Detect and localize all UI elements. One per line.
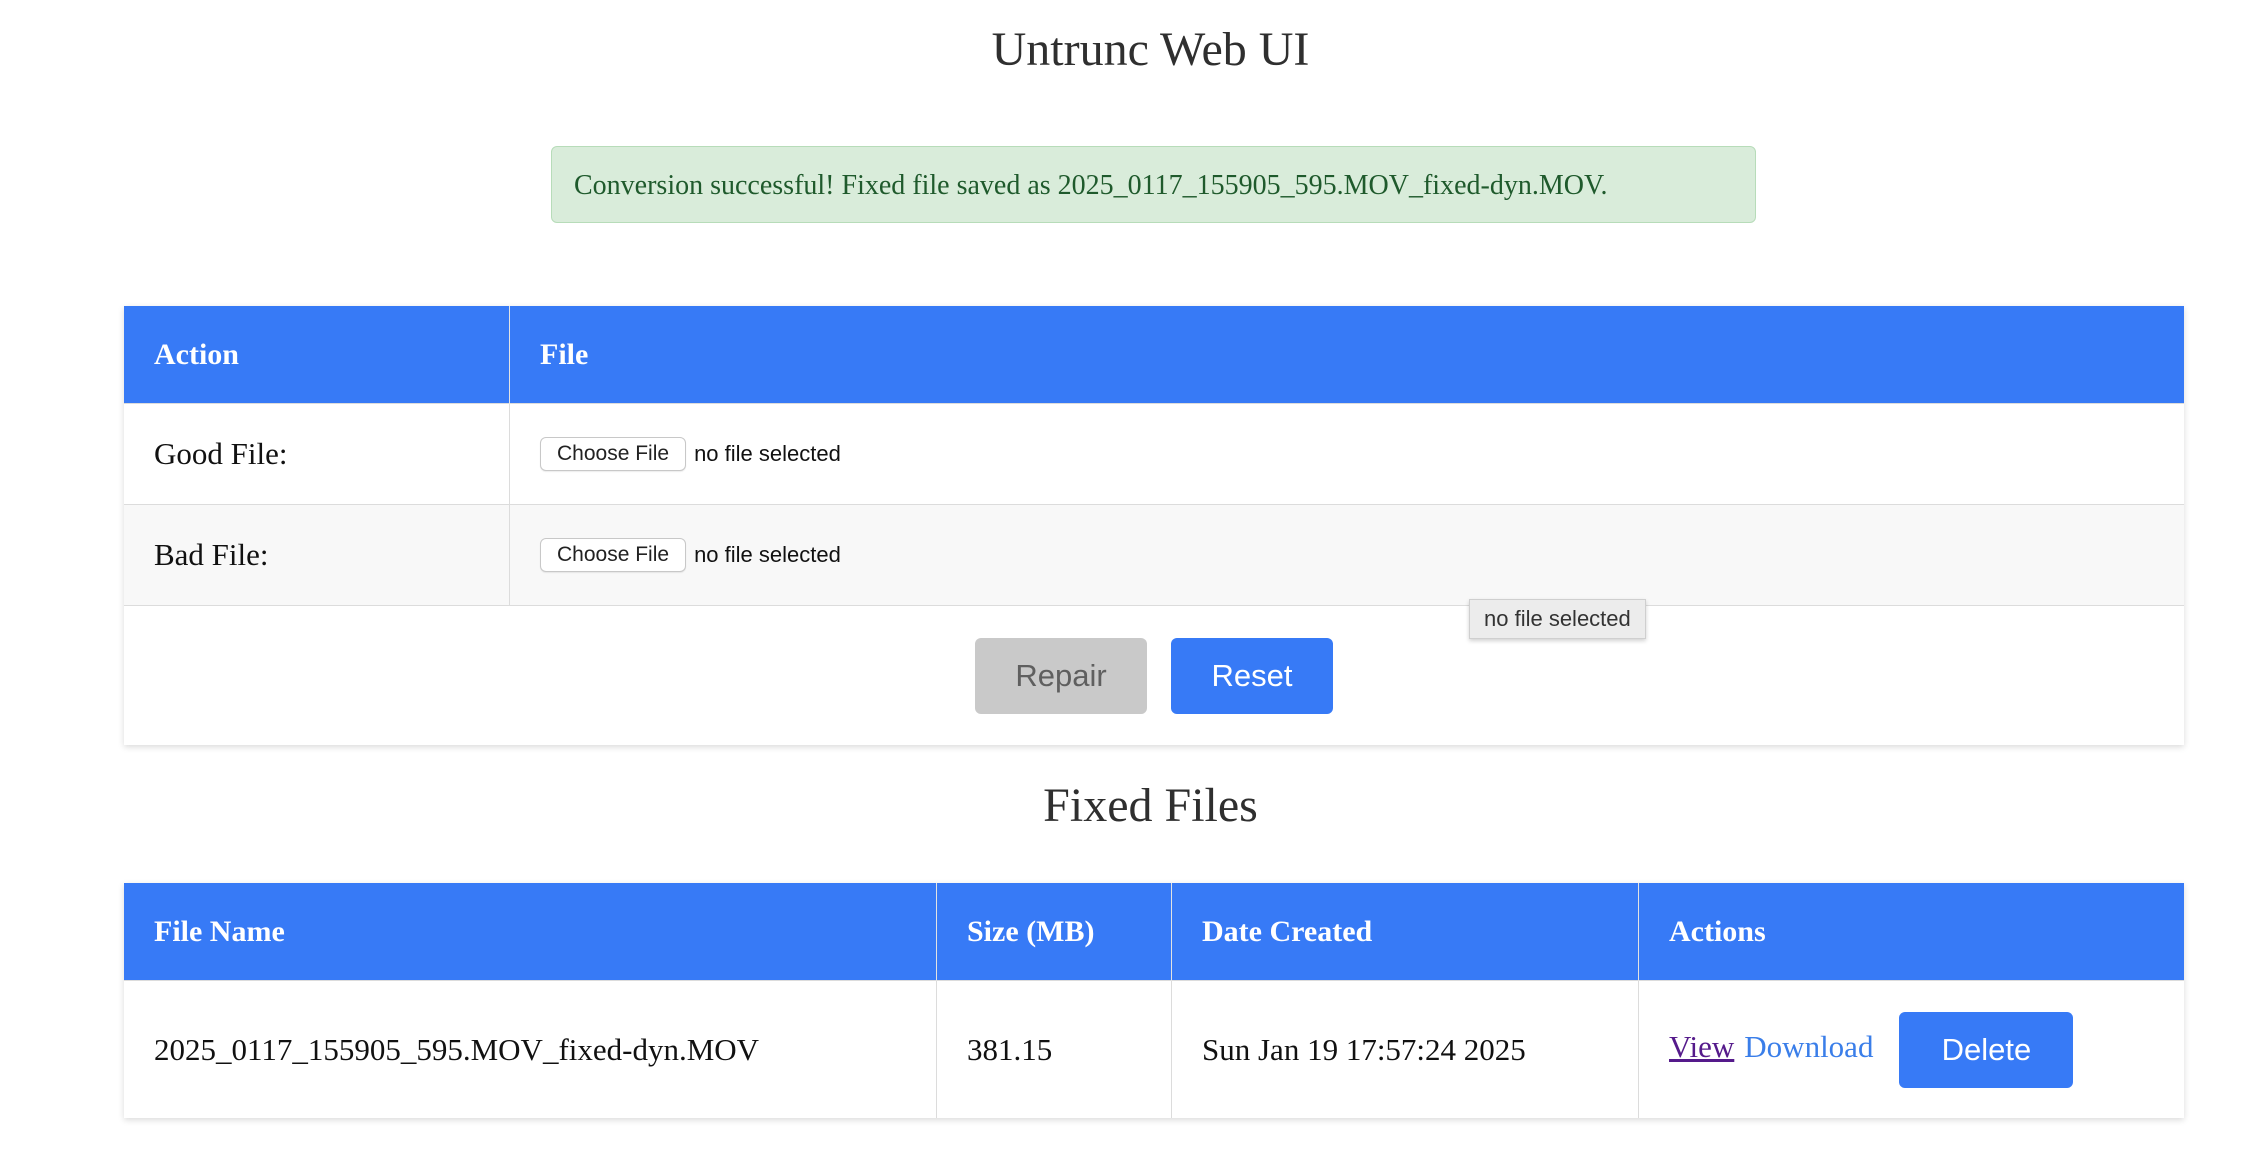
header-size: Size (MB) xyxy=(936,883,1172,981)
reset-button[interactable]: Reset xyxy=(1171,637,1333,714)
bad-file-row: Bad File: Choose File no file selected xyxy=(124,504,2184,606)
good-file-row: Good File: Choose File no file selected xyxy=(124,403,2184,505)
good-file-status: no file selected xyxy=(694,441,841,466)
upload-table-header-row: Action File xyxy=(124,306,2184,404)
header-action: Action xyxy=(124,306,510,404)
bad-file-cell: Choose File no file selected xyxy=(509,504,2184,606)
header-date-created: Date Created xyxy=(1171,883,1639,981)
download-link[interactable]: Download xyxy=(1744,1029,1873,1064)
bad-file-status: no file selected xyxy=(694,542,841,567)
buttons-cell: Repair Reset xyxy=(124,605,2184,745)
header-file: File xyxy=(509,306,2184,404)
bad-file-input[interactable]: Choose File no file selected xyxy=(540,538,2184,572)
header-file-name: File Name xyxy=(124,883,937,981)
header-actions: Actions xyxy=(1638,883,2184,981)
good-file-label: Good File: xyxy=(124,403,510,505)
repair-button[interactable]: Repair xyxy=(975,637,1147,714)
file-size-cell: 381.15 xyxy=(936,980,1172,1118)
view-link[interactable]: View xyxy=(1669,1029,1734,1064)
page-title: Untrunc Web UI xyxy=(991,23,1310,76)
bad-file-label: Bad File: xyxy=(124,504,510,606)
file-name-cell: 2025_0117_155905_595.MOV_fixed-dyn.MOV xyxy=(124,980,937,1118)
table-row: 2025_0117_155905_595.MOV_fixed-dyn.MOV 3… xyxy=(124,980,2184,1118)
fixed-files-table: File Name Size (MB) Date Created Actions… xyxy=(124,883,2184,1118)
page: Untrunc Web UI Conversion successful! Fi… xyxy=(0,0,2262,1154)
bad-file-choose-button[interactable]: Choose File xyxy=(540,538,687,572)
buttons-row: Repair Reset xyxy=(124,605,2184,745)
file-date-cell: Sun Jan 19 17:57:24 2025 xyxy=(1171,980,1639,1118)
good-file-choose-button[interactable]: Choose File xyxy=(540,437,687,471)
upload-table: Action File Good File: Choose File no fi… xyxy=(124,306,2184,745)
fixed-files-title: Fixed Files xyxy=(1043,779,1258,832)
good-file-input[interactable]: Choose File no file selected xyxy=(540,437,2184,471)
fixed-files-header-row: File Name Size (MB) Date Created Actions xyxy=(124,883,2184,981)
good-file-cell: Choose File no file selected xyxy=(509,403,2184,505)
success-alert: Conversion successful! Fixed file saved … xyxy=(551,146,1756,223)
file-actions-cell: View Download Delete xyxy=(1638,980,2184,1118)
file-tooltip: no file selected xyxy=(1469,599,1646,639)
delete-button[interactable]: Delete xyxy=(1899,1011,2074,1088)
